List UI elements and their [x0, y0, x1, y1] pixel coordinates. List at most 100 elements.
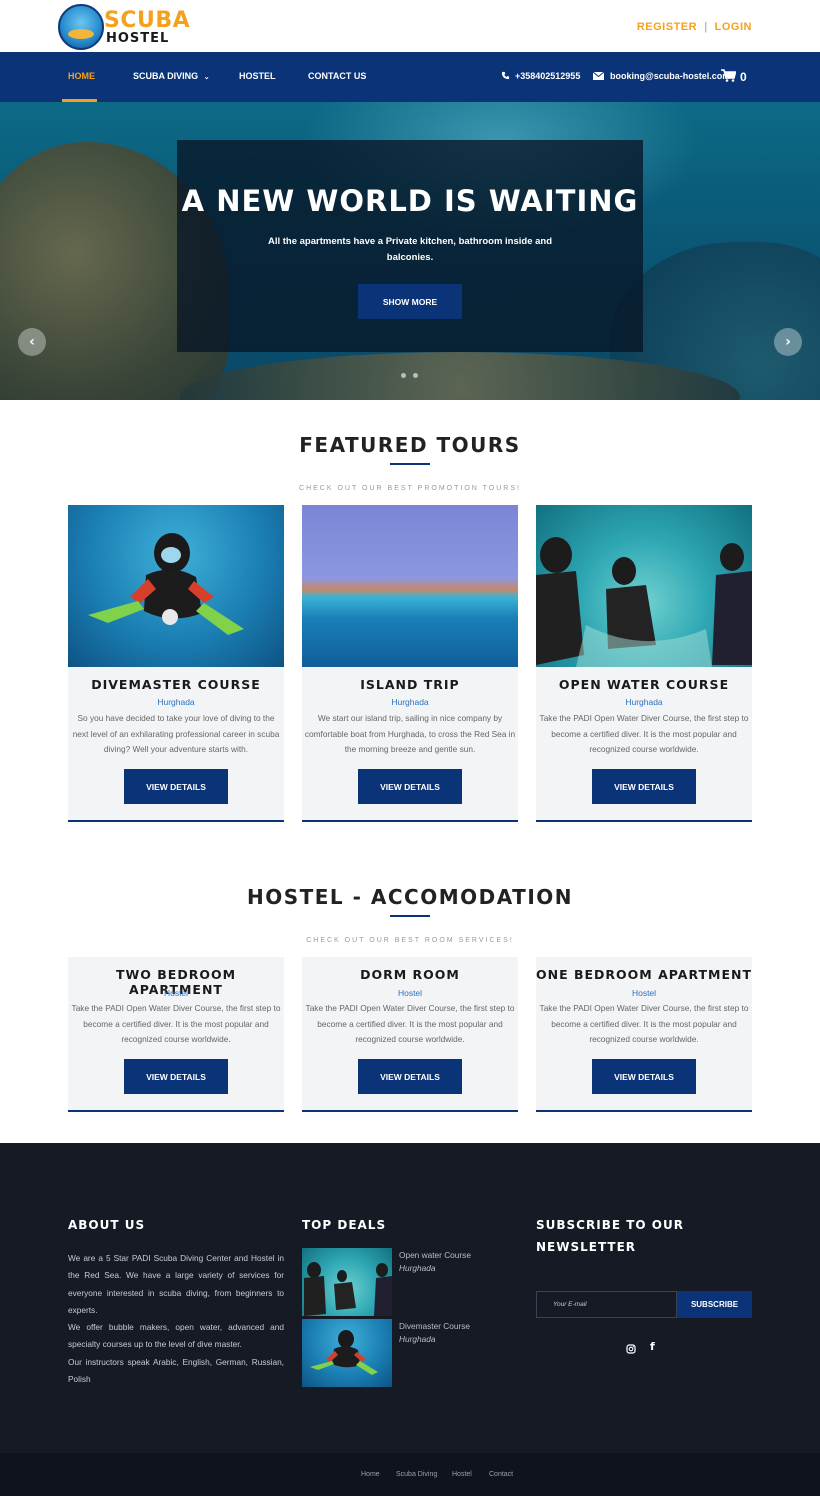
- cart-button[interactable]: 0: [721, 69, 747, 84]
- room-description: Take the PADI Open Water Diver Course, t…: [539, 1003, 749, 1044]
- tour-location[interactable]: Hurghada: [302, 697, 518, 707]
- newsletter-heading-line: NEWSLETTER: [536, 1240, 637, 1254]
- top-header: SCUBA HOSTEL REGISTER | LOGIN: [0, 0, 820, 52]
- footer-link-contact[interactable]: Contact: [489, 1471, 513, 1478]
- section-divider: [390, 463, 430, 465]
- tour-description: We start our island trip, sailing in nic…: [304, 713, 516, 754]
- hostel-subtitle: CHECK OUT OUR BEST ROOM SERVICES!: [306, 937, 514, 944]
- brand-subtitle[interactable]: HOSTEL: [106, 32, 169, 46]
- tour-description: So you have decided to take your love of…: [72, 713, 280, 754]
- footer-link-hostel[interactable]: Hostel: [452, 1471, 472, 1478]
- view-details-button[interactable]: VIEW DETAILS: [592, 769, 696, 804]
- envelope-icon: [592, 71, 605, 80]
- hostel-title: HOSTEL - ACCOMODATION: [246, 885, 573, 909]
- room-card: TWO BEDROOM APARTMENT Hostel Take the PA…: [68, 957, 284, 1112]
- cart-count: 0: [740, 70, 747, 84]
- tour-description: Take the PADI Open Water Diver Course, t…: [539, 713, 749, 754]
- auth-separator: |: [704, 21, 708, 33]
- deal-location: Hurghada: [399, 1334, 436, 1344]
- room-title[interactable]: ONE BEDROOM APARTMENT: [536, 967, 752, 982]
- nav-item-scuba-diving[interactable]: SCUBA DIVING ⌄: [133, 71, 210, 81]
- main-nav: HOME SCUBA DIVING ⌄ HOSTEL CONTACT US +3…: [0, 52, 820, 102]
- slider-dot[interactable]: [401, 373, 406, 378]
- email-address: booking@scuba-hostel.com: [610, 71, 731, 81]
- chevron-down-icon: ⌄: [203, 74, 210, 81]
- tour-card: DIVEMASTER COURSE Hurghada So you have d…: [68, 505, 284, 822]
- phone-icon: [501, 71, 510, 80]
- slider-next-button[interactable]: ›: [774, 328, 802, 356]
- diver-illustration: [88, 533, 244, 635]
- brand-name[interactable]: SCUBA: [104, 9, 190, 33]
- view-details-button[interactable]: VIEW DETAILS: [124, 769, 228, 804]
- section-divider: [390, 915, 430, 917]
- hero-caption: A NEW WORLD IS WAITING All the apartment…: [177, 140, 643, 352]
- footer: ABOUT US We are a 5 Star PADI Scuba Divi…: [0, 1143, 820, 1453]
- tour-title[interactable]: ISLAND TRIP: [302, 677, 518, 692]
- tour-image-open-water[interactable]: [536, 505, 752, 667]
- nav-item-hostel[interactable]: HOSTEL: [239, 71, 276, 81]
- room-description: Take the PADI Open Water Diver Course, t…: [305, 1003, 515, 1044]
- tour-title[interactable]: DIVEMASTER COURSE: [68, 677, 284, 692]
- slider-dot[interactable]: [413, 373, 418, 378]
- view-details-button[interactable]: VIEW DETAILS: [592, 1059, 696, 1094]
- room-card: ONE BEDROOM APARTMENT Hostel Take the PA…: [536, 957, 752, 1112]
- about-text: We are a 5 Star PADI Scuba Diving Center…: [68, 1250, 284, 1388]
- room-description: Take the PADI Open Water Diver Course, t…: [71, 1003, 281, 1044]
- chevron-left-icon: ‹: [29, 334, 35, 350]
- about-paragraph: We offer bubble makers, open water, adva…: [68, 1322, 284, 1350]
- instagram-icon[interactable]: [626, 1341, 636, 1359]
- slider-prev-button[interactable]: ‹: [18, 328, 46, 356]
- deal-name[interactable]: Divemaster Course: [399, 1321, 470, 1331]
- tour-location[interactable]: Hurghada: [536, 697, 752, 707]
- tour-title[interactable]: OPEN WATER COURSE: [536, 677, 752, 692]
- bottom-bar: Home Scuba Diving Hostel Contact: [0, 1453, 820, 1496]
- deals-heading: TOP DEALS: [302, 1218, 387, 1232]
- room-card: DORM ROOM Hostel Take the PADI Open Wate…: [302, 957, 518, 1112]
- room-location[interactable]: Hostel: [536, 988, 752, 998]
- login-link[interactable]: LOGIN: [715, 21, 752, 33]
- newsletter-email-input[interactable]: [536, 1291, 677, 1318]
- deal-name[interactable]: Open water Course: [399, 1250, 471, 1260]
- logo-icon[interactable]: [58, 4, 104, 50]
- room-title[interactable]: DORM ROOM: [302, 967, 518, 982]
- subscribe-button[interactable]: SUBSCRIBE: [677, 1291, 752, 1318]
- chevron-right-icon: ›: [785, 334, 791, 350]
- room-location[interactable]: Hostel: [68, 988, 284, 998]
- newsletter-heading-line: SUBSCRIBE TO OUR: [536, 1218, 684, 1232]
- view-details-button[interactable]: VIEW DETAILS: [358, 769, 462, 804]
- tour-image-divemaster[interactable]: [68, 505, 284, 667]
- register-link[interactable]: REGISTER: [637, 21, 697, 33]
- diver-thumbnail: [310, 1330, 378, 1375]
- email-info[interactable]: booking@scuba-hostel.com: [592, 71, 731, 81]
- facebook-icon[interactable]: f: [650, 1340, 655, 1353]
- about-paragraph: We are a 5 Star PADI Scuba Diving Center…: [68, 1253, 284, 1315]
- deal-thumbnail[interactable]: [302, 1248, 392, 1316]
- about-heading: ABOUT US: [68, 1218, 146, 1232]
- nav-item-contact[interactable]: CONTACT US: [308, 71, 366, 81]
- tours-subtitle: CHECK OUT OUR BEST PROMOTION TOURS!: [299, 485, 521, 492]
- newsletter-heading: SUBSCRIBE TO OUR NEWSLETTER: [536, 1214, 684, 1258]
- hero-title: A NEW WORLD IS WAITING: [181, 184, 639, 218]
- room-location[interactable]: Hostel: [302, 988, 518, 998]
- deal-location: Hurghada: [399, 1263, 436, 1273]
- view-details-button[interactable]: VIEW DETAILS: [124, 1059, 228, 1094]
- tour-card: ISLAND TRIP Hurghada We start our island…: [302, 505, 518, 822]
- tour-card: OPEN WATER COURSE Hurghada Take the PADI…: [536, 505, 752, 822]
- hero-subtitle: All the apartments have a Private kitche…: [267, 236, 553, 263]
- tour-location[interactable]: Hurghada: [68, 697, 284, 707]
- tours-title: FEATURED TOURS: [299, 433, 521, 457]
- divers-illustration: [536, 537, 752, 667]
- view-details-button[interactable]: VIEW DETAILS: [358, 1059, 462, 1094]
- phone-info[interactable]: +358402512955: [501, 71, 580, 81]
- divers-thumbnail: [304, 1262, 392, 1316]
- phone-number: +358402512955: [515, 71, 581, 81]
- footer-link-home[interactable]: Home: [361, 1471, 380, 1478]
- tour-image-island[interactable]: [302, 505, 518, 667]
- about-paragraph: Our instructors speak Arabic, English, G…: [68, 1356, 284, 1385]
- footer-link-scuba-diving[interactable]: Scuba Diving: [396, 1471, 437, 1478]
- auth-links: REGISTER | LOGIN: [637, 21, 752, 33]
- deal-thumbnail[interactable]: [302, 1319, 392, 1387]
- show-more-button[interactable]: SHOW MORE: [358, 284, 462, 319]
- nav-item-home[interactable]: HOME: [68, 71, 95, 81]
- nav-item-label: SCUBA DIVING: [133, 71, 199, 81]
